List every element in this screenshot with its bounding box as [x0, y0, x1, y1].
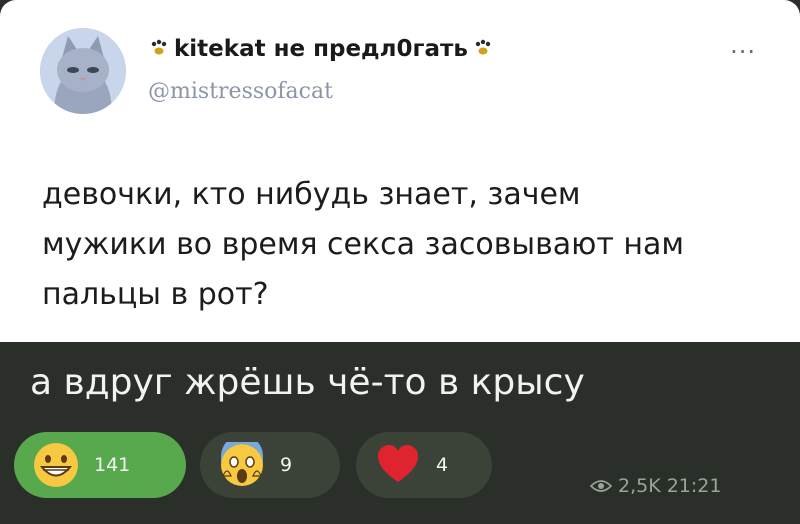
user-handle[interactable]: @mistressofacat — [148, 79, 333, 104]
tweet-text: девочки, кто нибудь знает, зачем мужики … — [42, 170, 762, 320]
message-time: 21:21 — [666, 475, 722, 497]
message-meta: 2,5K 21:21 — [590, 475, 721, 497]
message-caption: а вдруг жрёшь чё-то в крысу — [30, 362, 585, 403]
eye-icon — [590, 480, 612, 492]
red-heart-icon — [374, 441, 422, 489]
reaction-grinning[interactable]: 141 — [14, 432, 186, 498]
reaction-count: 9 — [280, 454, 293, 476]
tweet-text-line: пальцы в рот? — [42, 277, 269, 312]
view-count: 2,5K — [618, 475, 661, 497]
avatar[interactable] — [40, 28, 126, 114]
more-options-icon[interactable]: ··· — [730, 38, 756, 66]
reaction-screaming[interactable]: 9 — [200, 432, 340, 498]
display-name[interactable]: kitekat не предл0гать — [148, 36, 494, 62]
tweet-text-line: мужики во время секса засовывают нам — [42, 227, 685, 262]
display-name-text: kitekat не предл0гать — [174, 36, 468, 62]
screaming-face-icon — [218, 441, 266, 489]
tweet-text-line: девочки, кто нибудь знает, зачем — [42, 177, 581, 212]
grinning-face-icon — [32, 441, 80, 489]
paw-icon — [475, 39, 491, 55]
reaction-heart[interactable]: 4 — [356, 432, 492, 498]
reaction-count: 141 — [94, 454, 131, 476]
tweet-card: kitekat не предл0гать @mistressofacat ··… — [0, 0, 800, 342]
reaction-count: 4 — [436, 454, 449, 476]
paw-icon — [151, 39, 167, 55]
cat-avatar-icon — [40, 28, 126, 114]
